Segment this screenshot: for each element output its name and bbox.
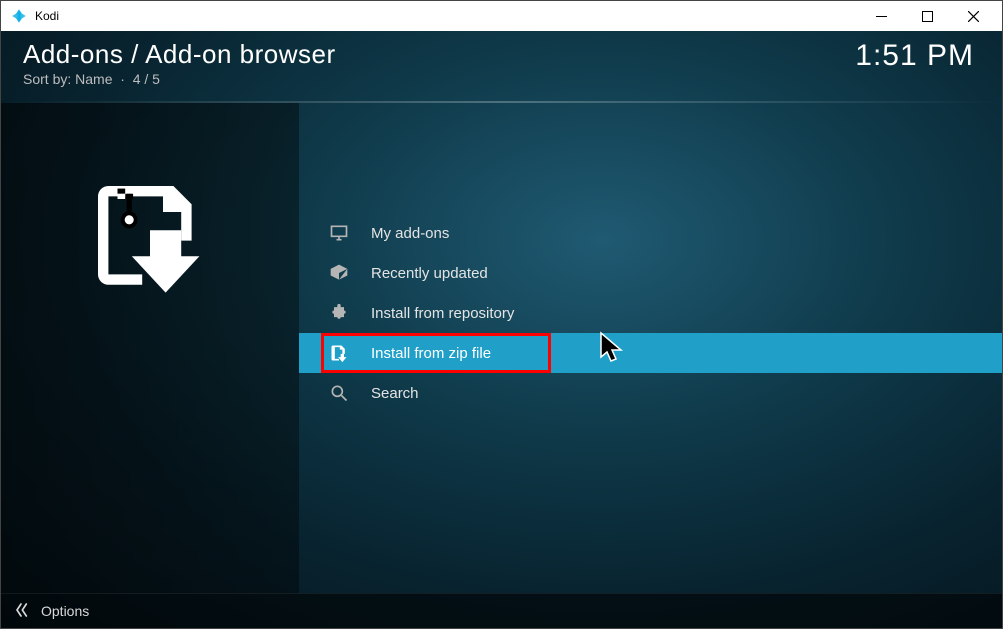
- list-item-label: Recently updated: [371, 265, 488, 282]
- header-separator: [1, 101, 1002, 103]
- list-item-label: Search: [371, 385, 419, 402]
- header-subline: Sort by: Name · 4 / 5: [23, 71, 336, 87]
- list-item-label: Install from repository: [371, 305, 514, 322]
- kodi-logo-icon: [11, 8, 27, 24]
- window-close-button[interactable]: [950, 1, 996, 31]
- footer[interactable]: Options: [1, 593, 1002, 628]
- breadcrumb: Add-ons / Add-on browser: [23, 39, 336, 70]
- list-item-my-addons[interactable]: My add-ons: [299, 213, 1002, 253]
- zip-download-large-icon: [75, 163, 225, 313]
- list-item-install-from-zip[interactable]: Install from zip file: [299, 333, 1002, 373]
- window-maximize-button[interactable]: [904, 1, 950, 31]
- list-item-label: Install from zip file: [371, 345, 491, 362]
- header: Add-ons / Add-on browser Sort by: Name ·…: [1, 31, 1002, 103]
- monitor-icon: [329, 223, 349, 243]
- window-title: Kodi: [35, 9, 858, 23]
- puzzle-icon: [329, 303, 349, 323]
- options-icon: [15, 602, 31, 621]
- sort-label: Sort by: Name: [23, 71, 112, 87]
- zip-download-icon: [329, 343, 349, 363]
- addon-browser-list: My add-ons Recently updated Install from…: [299, 103, 1002, 593]
- list-counter: 4 / 5: [133, 71, 160, 87]
- list-item-recently-updated[interactable]: Recently updated: [299, 253, 1002, 293]
- options-label: Options: [41, 603, 89, 619]
- list-item-install-from-repository[interactable]: Install from repository: [299, 293, 1002, 333]
- list-item-search[interactable]: Search: [299, 373, 1002, 413]
- clock: 1:51 PM: [855, 39, 974, 73]
- list-item-label: My add-ons: [371, 225, 449, 242]
- sidebar: [1, 103, 299, 593]
- window-minimize-button[interactable]: [858, 1, 904, 31]
- window-titlebar: Kodi: [1, 1, 1002, 31]
- search-icon: [329, 383, 349, 403]
- box-open-icon: [329, 263, 349, 283]
